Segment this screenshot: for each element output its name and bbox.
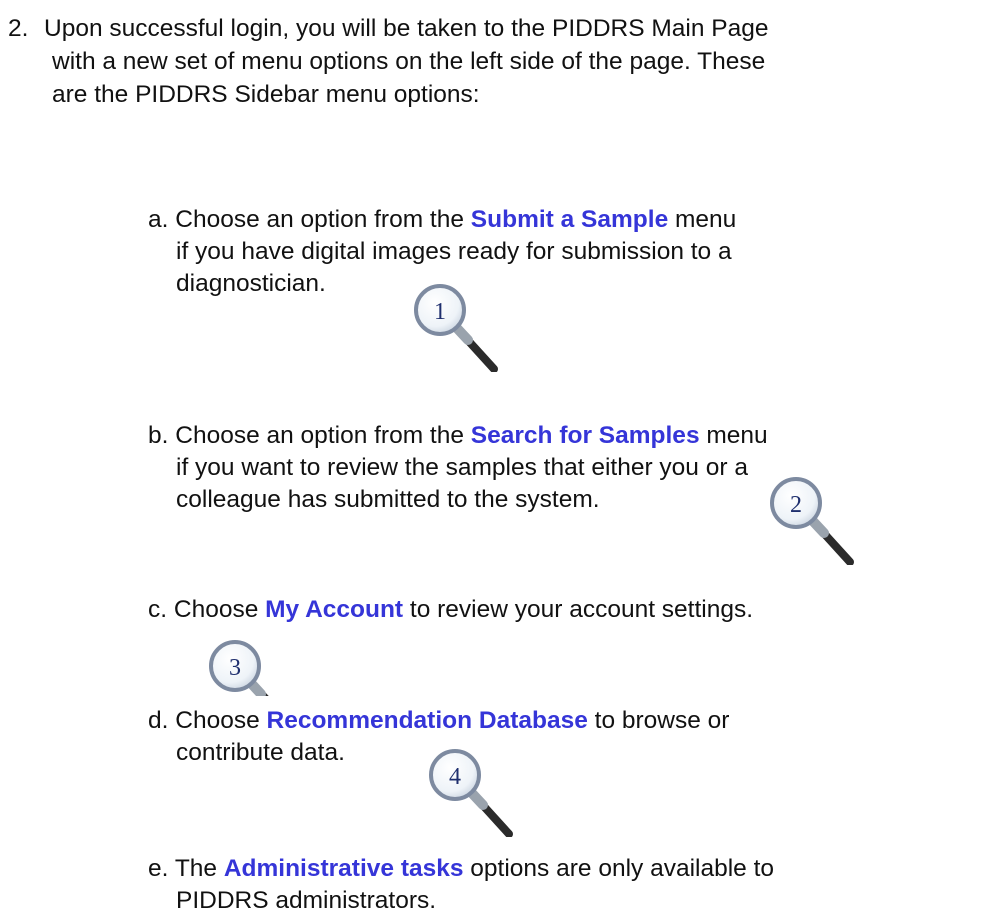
magnifying-glass-icon[interactable]: 1	[410, 282, 500, 372]
list-item-submit-sample: a. Choose an option from the Submit a Sa…	[148, 204, 988, 300]
search-samples-link[interactable]: Search for Samples	[471, 422, 700, 449]
intro-paragraph: 2. Upon successful login, you will be tak…	[8, 12, 998, 111]
list-item-search-samples: b. Choose an option from the Search for …	[148, 420, 988, 516]
intro-line-3: are the PIDDRS Sidebar menu options:	[52, 81, 480, 108]
item-text: to review your account settings.	[403, 596, 754, 623]
intro-line-2: with a new set of menu options on the le…	[52, 48, 766, 75]
item-text: Choose an option from the	[175, 206, 471, 233]
item-text: Choose	[173, 596, 266, 623]
item-text: The	[174, 855, 224, 882]
my-account-link[interactable]: My Account	[265, 596, 403, 623]
item-letter: b.	[148, 422, 169, 449]
list-item-my-account: c. Choose My Account to review your acco…	[148, 594, 988, 626]
list-item-admin-tasks: e. The Administrative tasks options are …	[148, 853, 988, 917]
item-line-2: PIDDRS administrators.	[176, 887, 437, 914]
item-text: Choose	[175, 707, 267, 734]
item-letter: d.	[148, 707, 169, 734]
magnifying-glass-icon[interactable]: 3	[205, 638, 295, 696]
item-line-2: if you have digital images ready for sub…	[176, 238, 732, 265]
item-letter: c.	[148, 596, 168, 623]
item-letter: e.	[148, 855, 169, 882]
submit-sample-link[interactable]: Submit a Sample	[471, 206, 668, 233]
badge-number: 1	[434, 299, 446, 325]
item-line-3: diagnostician.	[176, 270, 326, 297]
badge-number: 3	[229, 655, 241, 681]
recommendation-database-link[interactable]: Recommendation Database	[267, 707, 588, 734]
item-text: menu	[668, 206, 737, 233]
intro-line-1: Upon successful login, you will be taken…	[44, 15, 769, 42]
intro-number: 2.	[8, 15, 29, 42]
badge-number: 4	[449, 764, 461, 790]
item-text: menu	[699, 422, 768, 449]
item-text: options are only available to	[463, 855, 775, 882]
administrative-tasks-link[interactable]: Administrative tasks	[224, 855, 464, 882]
item-letter: a.	[148, 206, 169, 233]
item-text: to browse or	[587, 707, 730, 734]
list-item-recommendation-db: d. Choose Recommendation Database to bro…	[148, 705, 988, 769]
item-line-2: if you want to review the samples that e…	[176, 454, 748, 481]
badge-number: 2	[790, 492, 802, 518]
item-line-2: contribute data.	[176, 739, 345, 766]
item-text: Choose an option from the	[175, 422, 471, 449]
item-line-3: colleague has submitted to the system.	[176, 486, 600, 513]
magnifying-glass-icon[interactable]: 4	[425, 747, 515, 837]
magnifying-glass-icon[interactable]: 2	[766, 475, 856, 565]
